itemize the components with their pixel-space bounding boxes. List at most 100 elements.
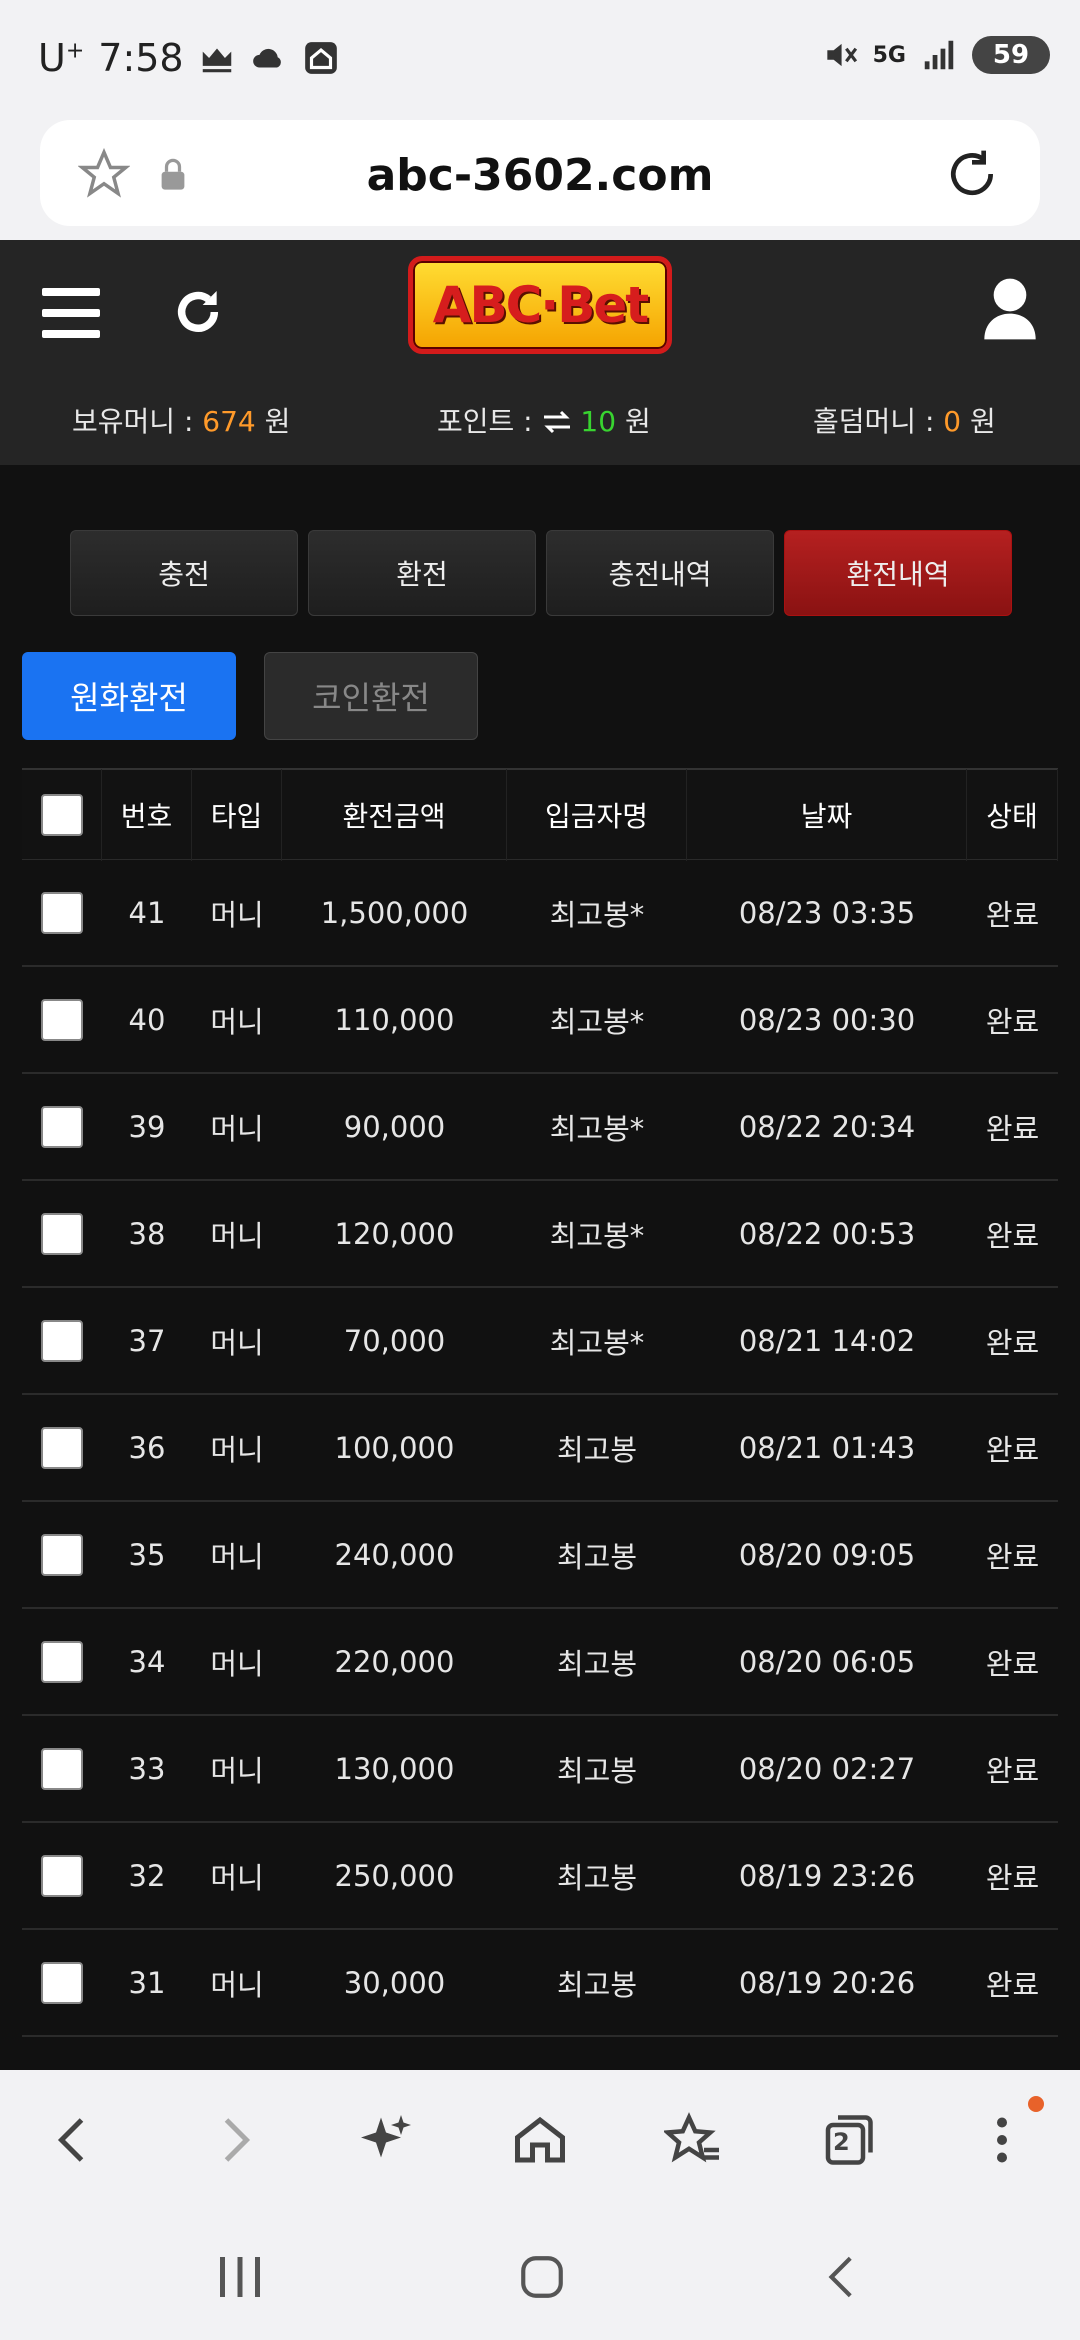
row-number: 37: [128, 1323, 166, 1358]
row-checkbox[interactable]: [41, 1426, 83, 1469]
row-checkbox[interactable]: [41, 998, 83, 1041]
table-row: 40 머니 110,000 최고봉* 08/23 00:30 완료: [22, 967, 1058, 1074]
row-date: 08/21 14:02: [738, 1323, 916, 1358]
browser-address-area: abc-3602.com: [0, 118, 1080, 240]
table-body: 41 머니 1,500,000 최고봉* 08/23 03:35 완료 40 머니 110,00…: [22, 860, 1058, 2037]
bookmarks-icon[interactable]: [664, 2110, 724, 2170]
status-bar: U+ 7:58 5G 59: [0, 0, 1080, 118]
table-row: 41 머니 1,500,000 최고봉* 08/23 03:35 완료: [22, 860, 1058, 967]
home-app-icon: [304, 42, 337, 74]
row-amount: 1,500,000: [320, 895, 469, 930]
row-checkbox[interactable]: [41, 891, 83, 934]
row-amount: 110,000: [334, 1002, 455, 1037]
row-amount: 250,000: [334, 1858, 455, 1893]
cloud-icon: [252, 48, 281, 68]
tabs-count: 2: [833, 2128, 850, 2156]
row-select-cell: [22, 1533, 102, 1576]
site-logo[interactable]: ABC·Bet: [408, 256, 672, 354]
row-depositor: 최고봉*: [549, 1218, 645, 1253]
row-type: 머니: [210, 1539, 264, 1574]
header-number: 번호: [102, 768, 192, 861]
table-row: 36 머니 100,000 최고봉 08/21 01:43 완료: [22, 1395, 1058, 1502]
row-checkbox[interactable]: [41, 1105, 83, 1148]
url-text[interactable]: abc-3602.com: [40, 150, 1040, 201]
select-all-cell: [22, 768, 102, 861]
table-row: 39 머니 90,000 최고봉* 08/22 20:34 완료: [22, 1074, 1058, 1181]
main-content: 충전 환전 충전내역 환전내역 원화환전 코인환전 번호 타입 환전금액 입금자…: [0, 465, 1080, 2070]
exchange-icon[interactable]: [542, 410, 572, 434]
more-menu-icon[interactable]: [972, 2110, 1032, 2170]
row-checkbox[interactable]: [41, 1961, 83, 2004]
row-number: 33: [128, 1751, 166, 1786]
row-date: 08/22 00:53: [738, 1216, 916, 1251]
tab-deposit[interactable]: 충전: [70, 530, 298, 616]
row-checkbox[interactable]: [41, 1319, 83, 1362]
row-type: 머니: [210, 1111, 264, 1146]
menu-icon[interactable]: [42, 288, 100, 338]
row-date: 08/20 02:27: [738, 1751, 916, 1786]
status-right: 5G 59: [821, 36, 1050, 74]
row-date: 08/23 00:30: [738, 1002, 916, 1037]
row-status: 완료: [985, 1218, 1040, 1253]
address-bar[interactable]: abc-3602.com: [40, 120, 1040, 226]
row-amount: 240,000: [334, 1537, 455, 1572]
tab-withdraw[interactable]: 환전: [308, 530, 536, 616]
holdem-money: 홀덤머니 : 0 원: [813, 405, 996, 438]
row-number: 40: [128, 1002, 166, 1037]
recent-apps-icon[interactable]: [210, 2252, 270, 2302]
subtab-coin-withdraw[interactable]: 코인환전: [264, 652, 478, 740]
row-checkbox[interactable]: [41, 1747, 83, 1790]
ai-sparkle-icon[interactable]: [356, 2110, 416, 2170]
table-row: 34 머니 220,000 최고봉 08/20 06:05 완료: [22, 1609, 1058, 1716]
row-number: 39: [128, 1109, 166, 1144]
row-date: 08/21 01:43: [738, 1430, 916, 1465]
row-number: 38: [128, 1216, 166, 1251]
row-depositor: 최고봉: [556, 1753, 638, 1788]
select-all-checkbox[interactable]: [40, 793, 83, 836]
row-date: 08/19 23:26: [738, 1858, 916, 1893]
header-amount: 환전금액: [282, 768, 507, 861]
withdraw-history-table: 번호 타입 환전금액 입금자명 날짜 상태 41 머니 1,500,000 최고봉* 0…: [22, 768, 1058, 2037]
subtab-bar: 원화환전 코인환전: [22, 652, 478, 740]
row-checkbox[interactable]: [41, 1212, 83, 1255]
row-depositor: 최고봉*: [549, 897, 645, 932]
holding-money: 보유머니 : 674 원: [72, 405, 291, 438]
table-row: 37 머니 70,000 최고봉* 08/21 14:02 완료: [22, 1288, 1058, 1395]
back-icon[interactable]: [44, 2110, 104, 2170]
row-status: 완료: [985, 1432, 1040, 1467]
row-depositor: 최고봉*: [549, 1325, 645, 1360]
row-checkbox[interactable]: [41, 1640, 83, 1683]
notification-dot: [1028, 2096, 1044, 2112]
table-row: 33 머니 130,000 최고봉 08/20 02:27 완료: [22, 1716, 1058, 1823]
row-select-cell: [22, 1319, 102, 1362]
row-number: 41: [128, 895, 166, 930]
home-button-icon[interactable]: [512, 2252, 572, 2302]
clock: 7:58: [98, 36, 184, 80]
tabs-icon[interactable]: 2: [818, 2110, 878, 2170]
tab-withdraw-history[interactable]: 환전내역: [784, 530, 1012, 616]
system-back-icon[interactable]: [814, 2252, 874, 2302]
row-number: 35: [128, 1537, 166, 1572]
subtab-krw-withdraw[interactable]: 원화환전: [22, 652, 236, 740]
row-checkbox[interactable]: [41, 1533, 83, 1576]
home-icon[interactable]: [510, 2110, 570, 2170]
forward-icon[interactable]: [204, 2110, 264, 2170]
row-date: 08/22 20:34: [738, 1109, 916, 1144]
signal-icon: [924, 40, 954, 70]
table-row: 32 머니 250,000 최고봉 08/19 23:26 완료: [22, 1823, 1058, 1930]
row-status: 완료: [985, 1004, 1040, 1039]
tab-deposit-history[interactable]: 충전내역: [546, 530, 774, 616]
row-checkbox[interactable]: [41, 1854, 83, 1897]
header-depositor: 입금자명: [507, 768, 687, 861]
row-amount: 30,000: [343, 1965, 446, 2000]
reload-icon[interactable]: [944, 146, 1000, 202]
row-type: 머니: [210, 1218, 264, 1253]
user-icon[interactable]: [982, 276, 1038, 342]
row-number: 32: [128, 1858, 166, 1893]
row-select-cell: [22, 1426, 102, 1469]
refresh-icon[interactable]: [170, 282, 226, 342]
row-number: 34: [128, 1644, 166, 1679]
row-select-cell: [22, 1105, 102, 1148]
row-date: 08/23 03:35: [738, 895, 916, 930]
row-status: 완료: [985, 1325, 1040, 1360]
